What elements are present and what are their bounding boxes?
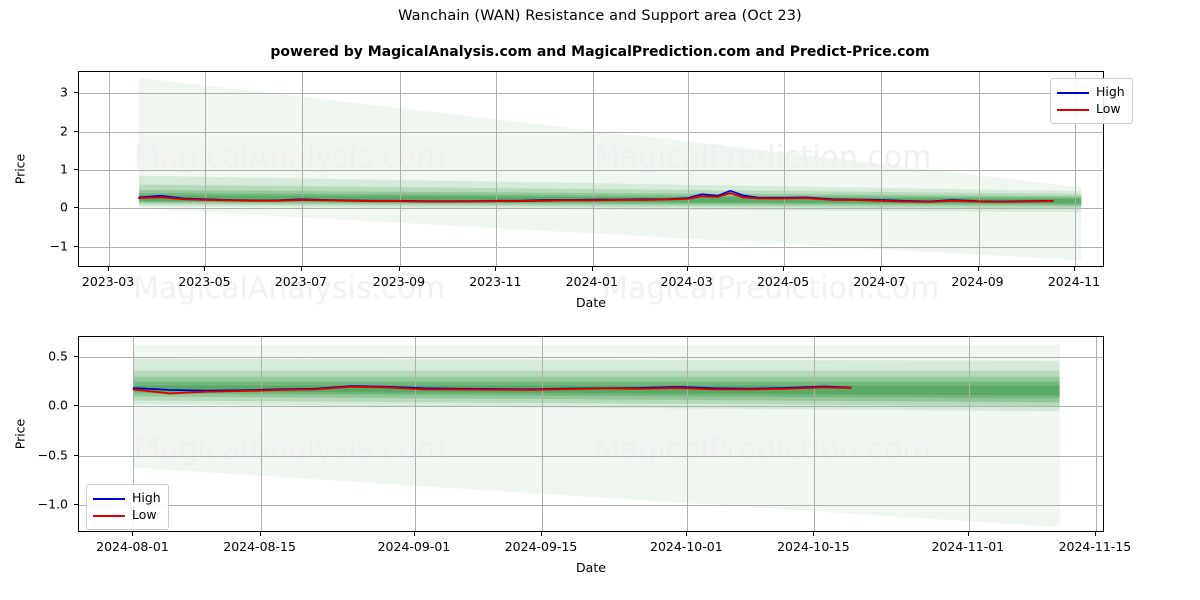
- legend-row-high: High: [93, 490, 161, 507]
- y-tick-mark: [74, 454, 78, 456]
- x-tick-label: 2024-09-01: [377, 539, 451, 554]
- y-tick-label: −1: [49, 238, 68, 254]
- x-tick-mark: [413, 532, 415, 536]
- y-tick-label: 0: [60, 199, 68, 215]
- x-tick-label: 2024-03: [660, 274, 713, 289]
- x-tick-label: 2024-11-15: [1058, 539, 1132, 554]
- x-axis-label: Date: [576, 560, 606, 575]
- x-tick-label: 2024-11-01: [931, 539, 1005, 554]
- x-tick-mark: [967, 532, 969, 536]
- watermark-1: MagicalPrediction.com: [594, 432, 932, 467]
- x-tick-label: 2023-07: [274, 274, 328, 289]
- x-tick-mark: [783, 267, 785, 271]
- y-tick-mark: [74, 130, 78, 132]
- y-tick-label: 2: [60, 123, 68, 139]
- top-chart-legend[interactable]: High Low: [1050, 78, 1133, 124]
- legend-label-high: High: [132, 490, 161, 506]
- page-subtitle: powered by MagicalAnalysis.com and Magic…: [270, 44, 930, 60]
- x-tick-label: 2024-10-01: [650, 539, 723, 554]
- x-tick-mark: [879, 267, 881, 271]
- bottom-chart-canvas: MagicalAnalysis.com MagicalPrediction.com: [79, 337, 1103, 531]
- bottom-chart-legend[interactable]: High Low: [86, 484, 169, 530]
- x-tick-label: 2023-11: [469, 274, 522, 289]
- top-chart-plot-area: MagicalAnalysis.com MagicalPrediction.com: [78, 71, 1104, 267]
- y-tick-mark: [74, 207, 78, 209]
- x-tick-mark: [813, 532, 815, 536]
- y-tick-mark: [74, 169, 78, 170]
- x-tick-mark: [259, 532, 261, 536]
- x-tick-mark: [1094, 532, 1096, 536]
- x-tick-mark: [1073, 267, 1075, 271]
- legend-label-low: Low: [132, 507, 157, 523]
- x-tick-mark: [108, 267, 110, 271]
- x-tick-label: 2023-03: [81, 274, 135, 289]
- x-tick-label: 2023-09: [372, 274, 426, 289]
- y-tick-mark: [74, 405, 78, 407]
- legend-swatch-low: [1057, 108, 1089, 111]
- x-tick-label: 2024-08-15: [223, 539, 296, 554]
- page-title: Wanchain (WAN) Resistance and Support ar…: [398, 8, 802, 24]
- x-tick-label: 2024-11: [1047, 274, 1101, 289]
- x-tick-label: 2024-05: [756, 274, 810, 289]
- legend-swatch-low: [93, 514, 125, 517]
- legend-row-low: Low: [1057, 101, 1125, 118]
- y-tick-mark: [74, 355, 78, 357]
- watermark-0: MagicalAnalysis.com: [134, 140, 446, 175]
- x-tick-mark: [300, 267, 302, 271]
- y-tick-label: 1: [60, 161, 68, 177]
- y-tick-mark: [74, 92, 78, 94]
- y-tick-label: 0.0: [48, 397, 68, 413]
- legend-swatch-high: [93, 497, 125, 500]
- x-tick-label: 2024-09: [951, 274, 1004, 289]
- x-tick-label: 2023-05: [178, 274, 231, 289]
- x-tick-label: 2024-09-15: [504, 539, 578, 554]
- x-tick-label: 2024-07: [853, 274, 906, 289]
- watermark-0: MagicalAnalysis.com: [134, 432, 446, 467]
- bottom-chart-plot-area: MagicalAnalysis.com MagicalPrediction.com: [78, 336, 1104, 532]
- x-tick-mark: [132, 532, 134, 536]
- top-chart-canvas: MagicalAnalysis.com MagicalPrediction.com: [79, 72, 1103, 266]
- x-tick-mark: [495, 267, 497, 271]
- x-tick-mark: [977, 267, 979, 271]
- x-tick-mark: [686, 267, 688, 271]
- y-tick-label: −1.0: [37, 496, 68, 512]
- watermark-1: MagicalPrediction.com: [594, 140, 932, 175]
- x-tick-label: 2024-10-15: [777, 539, 850, 554]
- y-tick-label: −0.5: [37, 447, 68, 463]
- x-tick-mark: [398, 267, 400, 271]
- legend-row-high: High: [1057, 84, 1125, 101]
- x-tick-mark: [204, 267, 206, 271]
- legend-label-high: High: [1096, 84, 1125, 100]
- x-tick-mark: [686, 532, 688, 536]
- x-tick-mark: [591, 267, 593, 271]
- x-tick-mark: [541, 532, 543, 536]
- legend-row-low: Low: [93, 507, 161, 524]
- legend-swatch-high: [1057, 91, 1089, 94]
- legend-label-low: Low: [1096, 101, 1121, 117]
- y-tick-label: 0.5: [48, 348, 68, 364]
- y-axis-label: Price: [12, 153, 28, 185]
- y-tick-mark: [74, 245, 78, 247]
- x-axis-label: Date: [576, 295, 606, 310]
- chart-figure: Wanchain (WAN) Resistance and Support ar…: [0, 0, 1200, 600]
- x-tick-label: 2024-01: [565, 274, 618, 289]
- x-tick-label: 2024-08-01: [96, 539, 169, 554]
- y-tick-mark: [74, 504, 78, 506]
- y-tick-label: 3: [60, 84, 68, 100]
- y-axis-label: Price: [12, 418, 28, 450]
